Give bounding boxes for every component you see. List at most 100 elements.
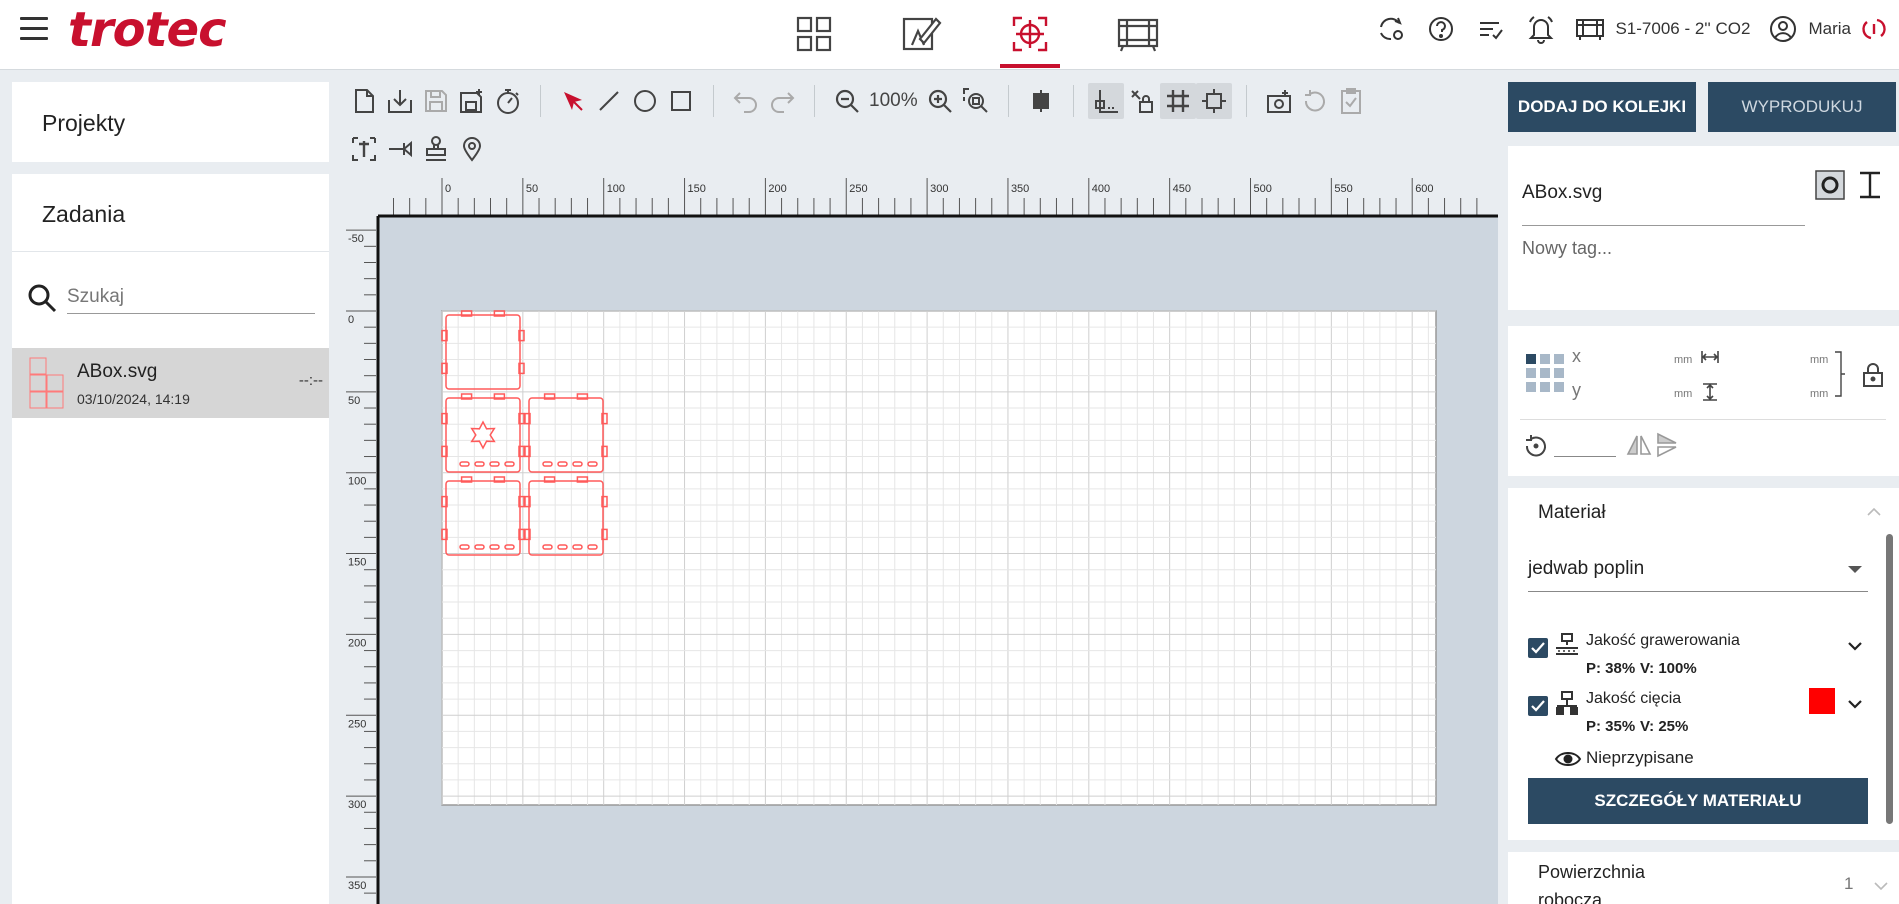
width-icon (1701, 351, 1719, 363)
machine-selector[interactable]: S1-7006 - 2'' CO2 (1575, 16, 1750, 42)
cut-checkbox[interactable] (1528, 696, 1548, 716)
checklist-icon[interactable] (1475, 13, 1507, 45)
ruler-x-label: 350 (1011, 183, 1029, 195)
job-name: ABox.svg (77, 361, 158, 382)
surface-label-line1: Powierzchnia (1538, 862, 1646, 882)
ruler-y-label: -50 (348, 233, 364, 245)
outline-shape-icon[interactable] (1815, 170, 1845, 200)
ruler-x-label: 500 (1254, 183, 1272, 195)
ruler-x-label: 550 (1334, 183, 1352, 195)
x-input[interactable] (1592, 350, 1674, 370)
width-unit: mm (1810, 354, 1829, 366)
anchor-grid-icon[interactable] (1526, 354, 1566, 394)
ellipse-tool-icon[interactable] (627, 83, 663, 119)
jobs-tab[interactable]: Zadania (12, 174, 329, 252)
collapse-icon[interactable] (1867, 508, 1881, 516)
save-icon[interactable] (418, 83, 454, 119)
design-icon[interactable] (868, 0, 976, 68)
snap-to-object-icon[interactable] (1087, 83, 1124, 119)
dashboard-icon[interactable] (760, 0, 868, 68)
new-file-icon[interactable] (346, 83, 382, 119)
file-name: ABox.svg (1522, 182, 1603, 203)
projects-tab[interactable]: Projekty (12, 82, 329, 162)
y-unit: mm (1674, 388, 1693, 400)
redo-icon[interactable] (764, 83, 800, 119)
design-canvas[interactable]: 0 50 100 150 200 250 300 350 400 450 500 550 600 -50… (346, 178, 1498, 904)
cut-quality-label: Jakość cięcia (1586, 690, 1682, 707)
expand-icon[interactable] (1874, 882, 1888, 890)
rotation-input[interactable] (1554, 456, 1616, 457)
reset-icon[interactable] (1297, 83, 1333, 119)
pointer-tool-icon[interactable] (382, 131, 418, 167)
zoom-level: 100% (869, 90, 918, 111)
center-object-icon[interactable] (1195, 83, 1232, 119)
material-title: Materiał (1538, 502, 1606, 523)
select-arrow-icon[interactable] (555, 83, 591, 119)
line-tool-icon[interactable] (591, 83, 627, 119)
new-tag-input[interactable] (1522, 238, 1822, 259)
text-tool-icon[interactable] (346, 131, 382, 167)
material-details-button[interactable]: SZCZEGÓŁY MATERIAŁU (1528, 778, 1868, 824)
help-icon[interactable] (1425, 13, 1457, 45)
align-center-icon[interactable] (1023, 83, 1059, 119)
cut-power: P: 35% (1586, 718, 1636, 735)
add-to-queue-button[interactable]: DODAJ DO KOLEJKI (1508, 82, 1696, 132)
lock-icon[interactable] (1862, 362, 1884, 388)
ruler-x-label: 200 (768, 183, 786, 195)
produce-button[interactable]: WYPRODUKUJ (1708, 82, 1896, 132)
engrave-power: P: 38% (1586, 660, 1636, 677)
job-date: 03/10/2024, 14:19 (77, 391, 190, 407)
zoom-in-icon[interactable] (922, 83, 958, 119)
y-input[interactable] (1592, 384, 1674, 404)
ruler-y-label: 350 (348, 880, 366, 892)
grid-icon[interactable] (1159, 83, 1196, 119)
snap-lock-icon[interactable] (1124, 83, 1160, 119)
search-input[interactable] (67, 280, 315, 314)
film-icon[interactable] (1084, 0, 1192, 68)
chevron-down-icon[interactable] (1847, 699, 1863, 709)
rotate-icon (1525, 435, 1546, 457)
panel-scrollbar[interactable] (1886, 534, 1893, 824)
clipboard-check-icon[interactable] (1333, 83, 1369, 119)
flip-horizontal-icon[interactable] (1626, 434, 1652, 456)
zoom-out-icon[interactable] (829, 83, 865, 119)
text-cursor-icon[interactable] (1855, 170, 1885, 200)
cut-color-swatch[interactable] (1809, 688, 1835, 714)
ruler-x-label: 600 (1415, 183, 1433, 195)
sync-settings-icon[interactable] (1375, 13, 1407, 45)
ruler-y-label: 0 (348, 314, 354, 326)
material-select[interactable]: jedwab poplin (1528, 552, 1868, 592)
user-avatar-icon (1770, 16, 1797, 42)
file-properties-card: ABox.svg (1508, 146, 1899, 310)
user-menu[interactable]: Maria (1768, 14, 1887, 44)
timer-icon[interactable] (490, 83, 526, 119)
ruler-y-label: 250 (348, 718, 366, 730)
menu-icon[interactable] (20, 17, 48, 41)
work-surface-card[interactable]: Powierzchnia robocza 1 (1508, 852, 1899, 904)
surface-label-line2: robocza (1538, 890, 1603, 904)
disconnected-icon[interactable] (1861, 16, 1887, 42)
location-pin-icon[interactable] (454, 131, 490, 167)
height-input[interactable] (1728, 384, 1818, 404)
engrave-checkbox[interactable] (1528, 638, 1548, 658)
search-icon (28, 284, 57, 313)
ruler-y-label: 100 (348, 476, 366, 488)
laser-target-icon[interactable] (976, 0, 1084, 68)
zoom-fit-icon[interactable] (958, 83, 994, 119)
job-thumbnail (29, 357, 64, 409)
rectangle-tool-icon[interactable] (663, 83, 699, 119)
notification-bell-icon[interactable] (1525, 13, 1557, 45)
stamp-icon[interactable] (418, 131, 454, 167)
chevron-down-icon[interactable] (1847, 641, 1863, 651)
machine-icon (1576, 19, 1605, 40)
job-list-item[interactable]: ABox.svg 03/10/2024, 14:19 --:-- (12, 348, 329, 418)
import-icon[interactable] (382, 83, 418, 119)
undo-icon[interactable] (728, 83, 764, 119)
flip-vertical-icon[interactable] (1656, 432, 1678, 458)
ruler-x-label: 100 (607, 183, 625, 195)
camera-icon[interactable] (1261, 83, 1297, 119)
eye-icon[interactable] (1554, 750, 1582, 768)
save-as-icon[interactable] (454, 83, 490, 119)
width-input[interactable] (1728, 350, 1818, 370)
dropdown-arrow-icon (1848, 566, 1862, 573)
